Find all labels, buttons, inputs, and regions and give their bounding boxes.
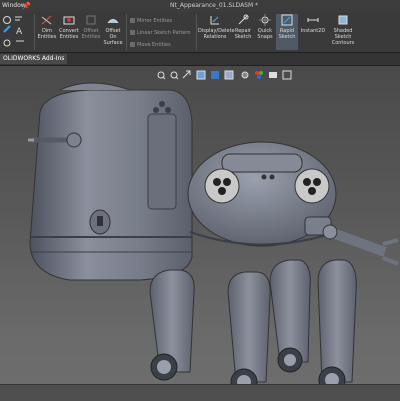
quick-snaps-icon: [259, 14, 271, 26]
move-entities-label: Move Entities: [137, 42, 171, 48]
hide-show-icon: [241, 71, 249, 79]
convert-entities-button[interactable]: Convert Entities: [58, 14, 80, 40]
command-manager-ribbon: A Dim Entities Convert Entities Offset E…: [0, 12, 400, 53]
offset-on-surface-button[interactable]: Offset On Surface: [102, 14, 124, 46]
document-title: Nt_Appearance_01.SLDASM *: [170, 2, 259, 9]
repair-sketch-label: Repair Sketch: [234, 28, 252, 40]
mirror-entities-label: Mirror Entities: [137, 18, 173, 24]
rapid-sketch-icon: [281, 14, 293, 26]
repair-sketch-button[interactable]: Repair Sketch: [232, 14, 254, 40]
offset-entities-icon: [86, 15, 96, 25]
rapid-sketch-label: Rapid Sketch: [278, 28, 296, 40]
leg-front-left: [149, 269, 195, 381]
offset-on-surface-label: Offset On Surface: [103, 28, 123, 46]
instant2d-icon: [307, 18, 319, 22]
zoom-to-fit-icon: [157, 71, 166, 80]
graphics-area[interactable]: [0, 66, 400, 400]
linear-pattern-button[interactable]: Linear Sketch Pattern: [130, 30, 191, 36]
linear-pattern-icon: [130, 30, 135, 35]
shaded-contours-label: Shaded Sketch Contours: [331, 28, 355, 46]
pod-body: [29, 82, 193, 281]
move-icon: [130, 42, 135, 47]
mirror-icon: [130, 18, 135, 23]
view-settings-icon: [282, 70, 292, 80]
command-tabs: OLIDWORKS Add-Ins: [0, 53, 400, 66]
tachikoma-model[interactable]: [0, 82, 400, 400]
instant2d-label: Instant2D: [300, 28, 326, 34]
offset-on-surface-icon: [107, 19, 119, 24]
zoom-area-icon: [170, 71, 179, 80]
linear-pattern-label: Linear Sketch Pattern: [137, 30, 191, 36]
leg-front-center: [227, 271, 271, 396]
edit-appearance-icon: [255, 71, 263, 79]
leg-front-right: [317, 259, 357, 394]
display-style-icon: [224, 70, 234, 80]
display-delete-relations-button[interactable]: Display/Delete Relations: [198, 14, 235, 40]
relations-label: Display/Delete Relations: [198, 28, 235, 40]
manipulator-arm: [304, 216, 399, 266]
view-orientation-icon: [211, 71, 219, 79]
quick-snaps-button[interactable]: Quick Snaps: [254, 14, 276, 40]
offset-entities-label: Offset Entities: [81, 28, 101, 40]
trim-entities-button[interactable]: Dim Entities: [36, 14, 58, 40]
move-entities-button[interactable]: Move Entities: [130, 42, 171, 48]
trim-entities-label: Dim Entities: [37, 28, 57, 40]
section-view-icon: [196, 70, 206, 80]
shaded-contours-icon: [338, 15, 348, 25]
previous-view-icon: [182, 70, 191, 79]
pin-icon[interactable]: 📌: [22, 0, 31, 12]
leg-rear-center: [269, 259, 311, 373]
offset-entities-button[interactable]: Offset Entities: [80, 14, 102, 40]
convert-entities-icon: [63, 16, 75, 25]
tab-addins[interactable]: OLIDWORKS Add-Ins: [0, 54, 68, 64]
repair-sketch-icon: [238, 14, 249, 25]
convert-entities-label: Convert Entities: [59, 28, 79, 40]
quick-snaps-label: Quick Snaps: [257, 28, 273, 40]
shaded-sketch-contours-button[interactable]: Shaded Sketch Contours: [328, 14, 358, 46]
rapid-sketch-button[interactable]: Rapid Sketch: [276, 14, 298, 50]
svg-text:A: A: [16, 27, 23, 37]
sketch-tools-icons[interactable]: A: [2, 14, 28, 48]
mirror-entities-button[interactable]: Mirror Entities: [130, 18, 172, 24]
apply-scene-icon: [269, 72, 277, 78]
trim-icon: [41, 15, 52, 25]
relations-icon: [210, 16, 219, 25]
status-bar: [0, 384, 400, 401]
instant2d-button[interactable]: Instant2D: [300, 14, 326, 34]
heads-up-view-toolbar: [155, 66, 325, 81]
solidworks-window: Window 📌 Nt_Appearance_01.SLDASM * A Dim…: [0, 0, 400, 401]
view-toolbar-icons[interactable]: [155, 69, 325, 81]
